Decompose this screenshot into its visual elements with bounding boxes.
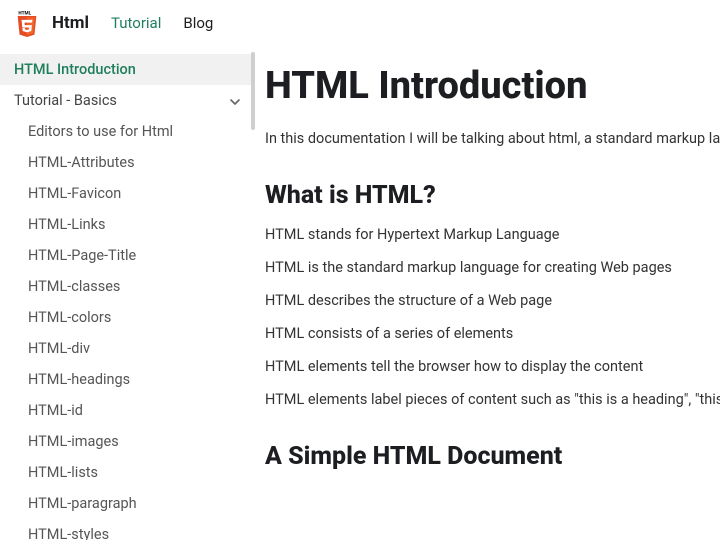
sidebar-item-colors[interactable]: HTML-colors [0,302,255,333]
sidebar-item-classes[interactable]: HTML-classes [0,271,255,302]
sidebar-item-label: HTML-Favicon [28,185,121,202]
sidebar-item-label: HTML-headings [28,371,130,388]
sidebar-section-tutorial-basics[interactable]: Tutorial - Basics [0,85,255,116]
html5-logo-icon: HTML [14,10,40,36]
sidebar-item-label: HTML-styles [28,526,109,540]
sidebar-item-label: HTML-classes [28,278,120,295]
top-nav: Tutorial Blog [111,14,213,32]
topnav-item-blog[interactable]: Blog [183,14,213,32]
sidebar-item-label: HTML-Page-Title [28,247,136,264]
chevron-down-icon [229,95,241,107]
intro-paragraph: In this documentation I will be talking … [265,130,720,147]
sidebar-item-styles[interactable]: HTML-styles [0,519,255,540]
sidebar-item-label: HTML-images [28,433,119,450]
section-heading-what-is-html: What is HTML? [265,181,720,210]
sidebar[interactable]: HTML Introduction Tutorial - Basics Edit… [0,46,255,540]
sidebar-item-label: HTML-Attributes [28,154,135,171]
fact-line: HTML describes the structure of a Web pa… [265,292,720,309]
sidebar-item-label: HTML Introduction [14,61,136,78]
brand-title[interactable]: Html [52,13,89,33]
sidebar-item-lists[interactable]: HTML-lists [0,457,255,488]
main-layout: HTML Introduction Tutorial - Basics Edit… [0,46,720,540]
scrollbar-thumb[interactable] [251,52,255,130]
sidebar-item-paragraph[interactable]: HTML-paragraph [0,488,255,519]
sidebar-item-label: HTML-id [28,402,83,419]
svg-text:HTML: HTML [18,10,31,16]
fact-line: HTML elements label pieces of content su… [265,391,720,408]
sidebar-item-html-introduction[interactable]: HTML Introduction [0,54,255,85]
fact-line: HTML is the standard markup language for… [265,259,720,276]
sidebar-item-label: HTML-colors [28,309,111,326]
sidebar-item-page-title[interactable]: HTML-Page-Title [0,240,255,271]
sidebar-item-id[interactable]: HTML-id [0,395,255,426]
sidebar-item-label: HTML-div [28,340,90,357]
sidebar-item-favicon[interactable]: HTML-Favicon [0,178,255,209]
page-title: HTML Introduction [265,64,720,108]
sidebar-item-label: HTML-paragraph [28,495,137,512]
sidebar-item-div[interactable]: HTML-div [0,333,255,364]
sidebar-item-label: HTML-lists [28,464,98,481]
fact-line: HTML consists of a series of elements [265,325,720,342]
sidebar-item-attributes[interactable]: HTML-Attributes [0,147,255,178]
sidebar-item-images[interactable]: HTML-images [0,426,255,457]
sidebar-section-label: Tutorial - Basics [14,92,117,109]
sidebar-item-label: HTML-Links [28,216,105,233]
fact-line: HTML elements tell the browser how to di… [265,358,720,375]
topbar: HTML Html Tutorial Blog [0,0,720,46]
sidebar-item-editors[interactable]: Editors to use for Html [0,116,255,147]
fact-line: HTML stands for Hypertext Markup Languag… [265,226,720,243]
content: HTML Introduction In this documentation … [255,46,720,540]
topnav-item-tutorial[interactable]: Tutorial [111,14,161,32]
sidebar-item-links[interactable]: HTML-Links [0,209,255,240]
sidebar-item-label: Editors to use for Html [28,123,173,140]
sidebar-item-headings[interactable]: HTML-headings [0,364,255,395]
section-heading-simple-document: A Simple HTML Document [265,442,720,471]
